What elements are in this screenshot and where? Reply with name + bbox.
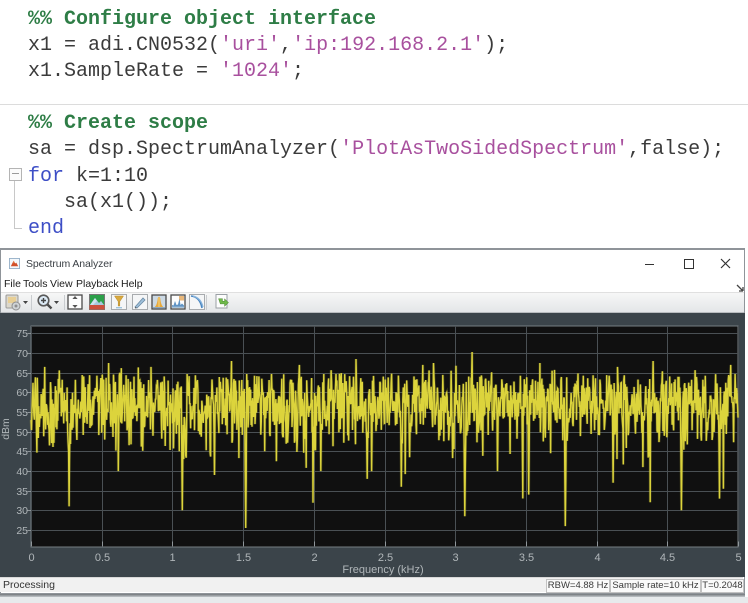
- svg-text:3.5: 3.5: [519, 552, 534, 564]
- svg-text:Frequency (kHz): Frequency (kHz): [342, 564, 423, 576]
- svg-text:25: 25: [16, 525, 28, 537]
- svg-text:35: 35: [16, 486, 28, 498]
- svg-text:50: 50: [16, 427, 28, 439]
- svg-text:1.5: 1.5: [236, 552, 251, 564]
- svg-text:5: 5: [735, 552, 741, 564]
- svg-text:75: 75: [16, 328, 28, 340]
- svg-text:65: 65: [16, 368, 28, 380]
- svg-text:dBm: dBm: [0, 418, 12, 440]
- svg-text:2.5: 2.5: [378, 552, 393, 564]
- svg-text:1: 1: [169, 552, 175, 564]
- svg-text:2: 2: [311, 552, 317, 564]
- svg-text:30: 30: [16, 505, 28, 517]
- svg-text:4: 4: [594, 552, 600, 564]
- svg-text:0: 0: [28, 552, 34, 564]
- svg-text:55: 55: [16, 407, 28, 419]
- svg-text:60: 60: [16, 387, 28, 399]
- svg-text:40: 40: [16, 466, 28, 478]
- svg-text:0.5: 0.5: [95, 552, 110, 564]
- svg-text:70: 70: [16, 348, 28, 360]
- svg-text:45: 45: [16, 446, 28, 458]
- svg-text:4.5: 4.5: [660, 552, 675, 564]
- svg-text:3: 3: [452, 552, 458, 564]
